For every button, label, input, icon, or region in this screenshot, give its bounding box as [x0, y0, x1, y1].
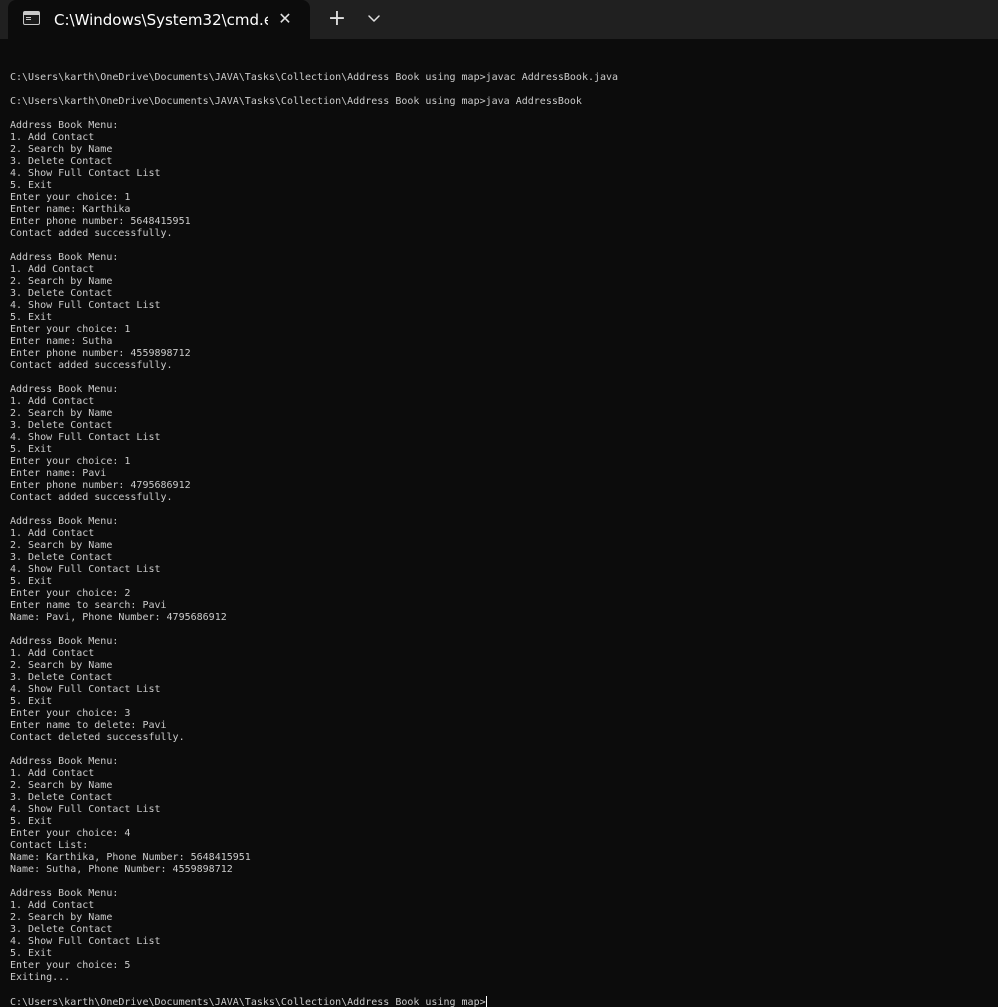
console-line: 5. Exit — [10, 696, 53, 707]
console-line: Enter your choice: 1 — [10, 192, 131, 203]
tab-title: C:\Windows\System32\cmd.e — [54, 11, 268, 29]
console-line: Name: Karthika, Phone Number: 5648415951 — [10, 852, 251, 863]
console-line: 3. Delete Contact — [10, 552, 113, 563]
close-tab-button[interactable]: ✕ — [273, 8, 297, 30]
console-line: Address Book Menu: — [10, 756, 119, 767]
console-line: 3. Delete Contact — [10, 924, 113, 935]
console-line: Enter your choice: 1 — [10, 324, 131, 335]
console-line: 3. Delete Contact — [10, 156, 113, 167]
console-line: 2. Search by Name — [10, 144, 113, 155]
console-line: Address Book Menu: — [10, 636, 119, 647]
console-line: Exiting... — [10, 972, 71, 983]
console-line: Contact List: — [10, 840, 89, 851]
console-line: 1. Add Contact — [10, 132, 95, 143]
console-line: Address Book Menu: — [10, 252, 119, 263]
console-line: Enter name to search: Pavi — [10, 600, 167, 611]
console-line: 1. Add Contact — [10, 648, 95, 659]
console-line: Contact added successfully. — [10, 492, 173, 503]
console-line: 4. Show Full Contact List — [10, 936, 161, 947]
console-line: Enter name: Karthika — [10, 204, 131, 215]
console-line: 5. Exit — [10, 180, 53, 191]
tab-cmd[interactable]: C:\Windows\System32\cmd.e ✕ — [8, 0, 310, 39]
console-line: 5. Exit — [10, 948, 53, 959]
console-line: 5. Exit — [10, 576, 53, 587]
console-line: 5. Exit — [10, 312, 53, 323]
console-line: Enter your choice: 4 — [10, 828, 131, 839]
console-line: Enter phone number: 5648415951 — [10, 216, 191, 227]
console-line: Contact added successfully. — [10, 228, 173, 239]
command-prompt: C:\Users\karth\OneDrive\Documents\JAVA\T… — [10, 997, 486, 1007]
console-line: 4. Show Full Contact List — [10, 168, 161, 179]
console-line: 2. Search by Name — [10, 780, 113, 791]
console-line: Address Book Menu: — [10, 516, 119, 527]
console-output[interactable]: C:\Users\karth\OneDrive\Documents\JAVA\T… — [10, 60, 990, 1007]
console-line: 4. Show Full Contact List — [10, 564, 161, 575]
console-line: 3. Delete Contact — [10, 420, 113, 431]
console-line: Address Book Menu: — [10, 384, 119, 395]
console-line: Enter your choice: 5 — [10, 960, 131, 971]
console-line: 2. Search by Name — [10, 540, 113, 551]
console-line: 1. Add Contact — [10, 900, 95, 911]
console-line: 3. Delete Contact — [10, 792, 113, 803]
console-line: 2. Search by Name — [10, 660, 113, 671]
console-line: 3. Delete Contact — [10, 672, 113, 683]
console-line: Enter phone number: 4795686912 — [10, 480, 191, 491]
console-line: 4. Show Full Contact List — [10, 804, 161, 815]
console-line: Contact deleted successfully. — [10, 732, 185, 743]
console-line: 4. Show Full Contact List — [10, 432, 161, 443]
console-line: 1. Add Contact — [10, 396, 95, 407]
console-line: Enter name to delete: Pavi — [10, 720, 167, 731]
console-icon — [23, 11, 40, 25]
console-line: C:\Users\karth\OneDrive\Documents\JAVA\T… — [10, 96, 582, 107]
console-line: 5. Exit — [10, 816, 53, 827]
prompt-line[interactable]: C:\Users\karth\OneDrive\Documents\JAVA\T… — [10, 996, 990, 1007]
console-line: 5. Exit — [10, 444, 53, 455]
console-line: Enter your choice: 3 — [10, 708, 131, 719]
console-line: 1. Add Contact — [10, 528, 95, 539]
tab-dropdown-button[interactable] — [359, 7, 389, 31]
console-line: 1. Add Contact — [10, 264, 95, 275]
console-line: 2. Search by Name — [10, 408, 113, 419]
chevron-down-icon — [368, 15, 380, 22]
console-line: 1. Add Contact — [10, 768, 95, 779]
console-line: Address Book Menu: — [10, 888, 119, 899]
console-line: Enter phone number: 4559898712 — [10, 348, 191, 359]
text-cursor — [485, 996, 487, 1007]
console-line: C:\Users\karth\OneDrive\Documents\JAVA\T… — [10, 72, 619, 83]
console-line: 3. Delete Contact — [10, 288, 113, 299]
console-line: Enter name: Pavi — [10, 468, 107, 479]
console-line: 2. Search by Name — [10, 276, 113, 287]
console-line: Name: Pavi, Phone Number: 4795686912 — [10, 612, 227, 623]
console-line: Enter name: Sutha — [10, 336, 113, 347]
console-line: Enter your choice: 1 — [10, 456, 131, 467]
console-line: Name: Sutha, Phone Number: 4559898712 — [10, 864, 233, 875]
console-line: 4. Show Full Contact List — [10, 300, 161, 311]
console-line: 2. Search by Name — [10, 912, 113, 923]
console-line: Address Book Menu: — [10, 120, 119, 131]
new-tab-button[interactable]: + — [322, 7, 352, 31]
title-bar: C:\Windows\System32\cmd.e ✕ + — [0, 0, 998, 39]
console-line: Enter your choice: 2 — [10, 588, 131, 599]
console-line: 4. Show Full Contact List — [10, 684, 161, 695]
terminal-window: C:\Windows\System32\cmd.e ✕ + C:\Users\k… — [0, 0, 998, 1007]
console-line: Contact added successfully. — [10, 360, 173, 371]
